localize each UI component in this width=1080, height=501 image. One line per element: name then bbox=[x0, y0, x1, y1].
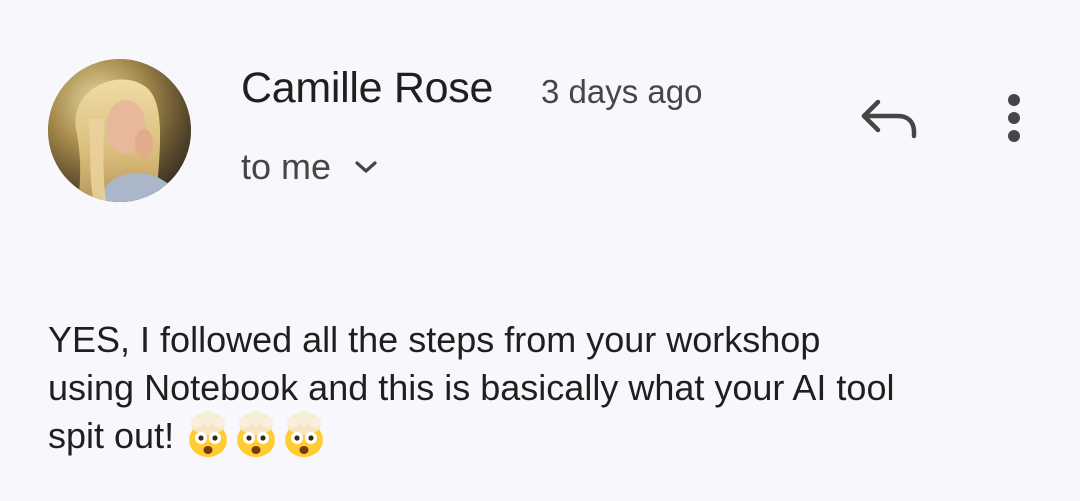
emoji-group bbox=[184, 411, 328, 459]
message-body-line: YES, I followed all the steps from your … bbox=[48, 319, 821, 360]
message-timestamp: 3 days ago bbox=[541, 73, 703, 110]
more-options-button[interactable] bbox=[994, 92, 1034, 148]
chevron-down-icon bbox=[353, 158, 379, 176]
message-body-line: using Notebook and this is basically wha… bbox=[48, 367, 895, 408]
sender-name[interactable]: Camille Rose bbox=[241, 64, 493, 113]
exploding-head-emoji bbox=[280, 411, 328, 459]
more-vert-icon bbox=[1008, 94, 1020, 142]
reply-button[interactable] bbox=[852, 92, 920, 148]
exploding-head-emoji bbox=[184, 411, 232, 459]
avatar-image bbox=[48, 59, 191, 202]
message-body-line-last: spit out! bbox=[48, 411, 1048, 462]
message-body-line: spit out! bbox=[48, 415, 175, 456]
message-body: YES, I followed all the steps from your … bbox=[48, 316, 1048, 462]
recipient-label: to me bbox=[241, 146, 332, 187]
exploding-head-emoji bbox=[232, 411, 280, 459]
sender-avatar[interactable] bbox=[48, 59, 191, 202]
recipient-details-toggle[interactable]: to me bbox=[241, 145, 379, 189]
reply-icon bbox=[861, 99, 917, 139]
